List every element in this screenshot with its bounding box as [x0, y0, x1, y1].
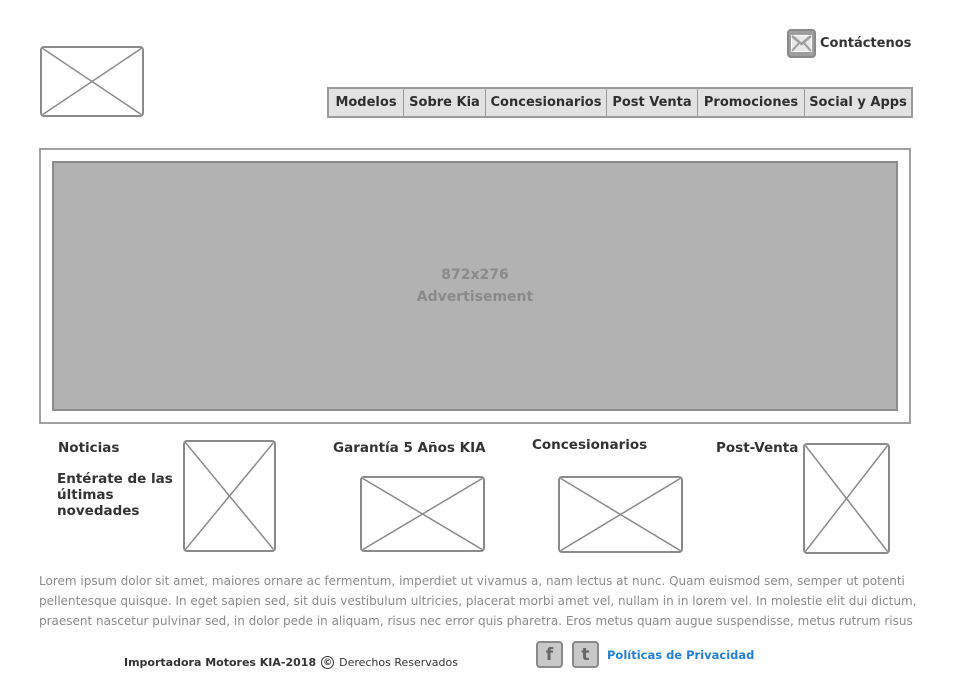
- footer-company: Importadora Motores KIA-2018: [124, 656, 317, 669]
- postsale-image[interactable]: [803, 443, 890, 554]
- image-placeholder-icon: [185, 442, 274, 550]
- contact-link[interactable]: Contáctenos: [787, 27, 911, 60]
- image-placeholder-icon: [805, 445, 888, 552]
- banner-size-label: 872x276: [441, 267, 509, 283]
- body-paragraph: Lorem ipsum dolor sit amet, maiores orna…: [39, 574, 917, 628]
- nav-item-concesionarios[interactable]: Concesionarios: [486, 89, 607, 116]
- main-nav: Modelos Sobre Kia Concesionarios Post Ve…: [327, 87, 913, 118]
- logo-image[interactable]: [40, 46, 144, 117]
- banner-label: Advertisement: [416, 289, 534, 305]
- news-image[interactable]: [183, 440, 276, 552]
- nav-item-post-venta[interactable]: Post Venta: [607, 89, 698, 116]
- warranty-title[interactable]: Garantía 5 Años KIA: [333, 440, 486, 456]
- nav-item-modelos[interactable]: Modelos: [329, 89, 404, 116]
- image-placeholder-icon: [362, 478, 483, 550]
- image-placeholder-icon: [560, 478, 681, 551]
- dealers-title[interactable]: Concesionarios: [532, 437, 647, 453]
- dealers-image[interactable]: [558, 476, 683, 553]
- advertisement-banner[interactable]: 872x276 Advertisement: [52, 161, 898, 411]
- news-subtitle: Entérate de las últimas novedades: [57, 471, 173, 519]
- warranty-image[interactable]: [360, 476, 485, 552]
- nav-item-social-apps[interactable]: Social y Apps: [805, 89, 911, 116]
- mail-icon: [787, 29, 816, 58]
- copyright-icon: ©: [321, 656, 335, 669]
- nav-item-sobre-kia[interactable]: Sobre Kia: [404, 89, 486, 116]
- facebook-icon[interactable]: f: [536, 641, 563, 668]
- postsale-title[interactable]: Post-Venta: [716, 440, 798, 456]
- footer-copyright: Importadora Motores KIA-2018 © Derechos …: [124, 654, 458, 671]
- footer-rights: Derechos Reservados: [339, 656, 458, 669]
- nav-item-promociones[interactable]: Promociones: [698, 89, 805, 116]
- twitter-icon[interactable]: t: [572, 641, 599, 668]
- privacy-policy-link[interactable]: Políticas de Privacidad: [607, 648, 754, 662]
- news-title[interactable]: Noticias: [58, 440, 119, 456]
- image-placeholder-icon: [42, 48, 142, 115]
- contact-label: Contáctenos: [820, 36, 912, 51]
